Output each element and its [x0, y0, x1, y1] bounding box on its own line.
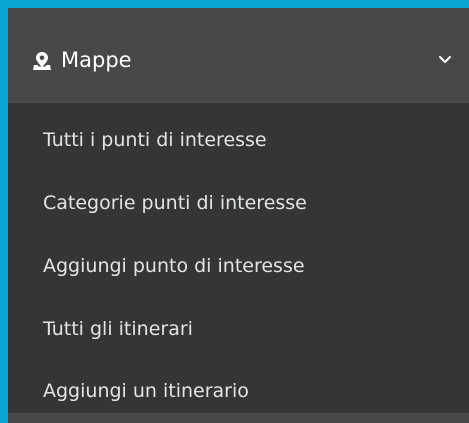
menu-item-all-points-of-interest[interactable]: Tutti i punti di interesse: [43, 126, 267, 154]
chevron-down-icon[interactable]: [438, 55, 452, 65]
menu-header-label: Mappe: [61, 48, 132, 72]
menu-item-all-itineraries[interactable]: Tutti gli itinerari: [43, 315, 193, 343]
menu-item-point-of-interest-categories[interactable]: Categorie punti di interesse: [43, 189, 307, 217]
next-menu-section-edge: [8, 413, 469, 423]
map-pin-icon: [33, 52, 51, 70]
menu-item-add-point-of-interest[interactable]: Aggiungi punto di interesse: [43, 252, 305, 280]
menu-item-add-itinerary[interactable]: Aggiungi un itinerario: [43, 377, 249, 405]
maps-menu-panel: Mappe Tutti i punti di interesse Categor…: [8, 8, 469, 423]
menu-header-mappe[interactable]: Mappe: [8, 8, 469, 103]
